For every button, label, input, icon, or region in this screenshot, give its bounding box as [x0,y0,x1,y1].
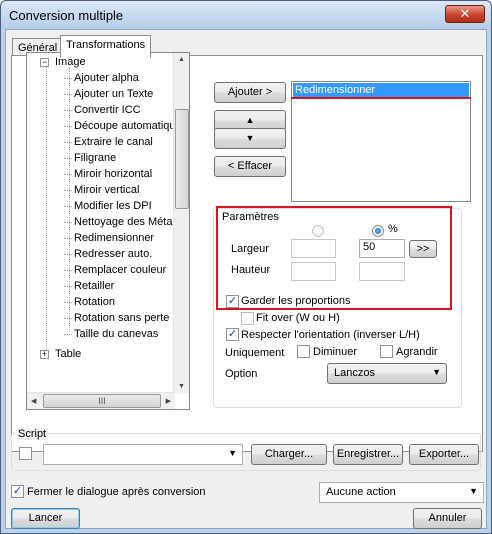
chevron-down-icon: ▼ [469,486,478,496]
fit-over-checkbox[interactable] [241,312,254,325]
highlight-underline [291,97,471,99]
tree-item[interactable]: Remplacer couleur [63,262,166,278]
clear-button[interactable]: < Effacer [214,156,286,177]
close-after-checkbox[interactable]: ✓ [11,485,24,498]
decrease-label: Diminuer [313,346,358,358]
tree-vertical-thumb[interactable] [175,109,189,209]
tree-vertical-scrollbar[interactable]: ▲ ▼ [173,53,189,393]
tree-item[interactable]: Rotation [64,294,115,310]
window-title: Conversion multiple [9,8,124,23]
scroll-left-icon[interactable]: ◀ [31,397,36,405]
title-bar[interactable]: Conversion multiple ✕ [1,1,491,29]
expand-table-icon[interactable]: + [40,350,49,359]
decrease-checkbox[interactable] [297,345,310,358]
after-action-value: Aucune action [326,486,396,498]
tab-transformations[interactable]: Transformations [60,35,152,58]
tree-content: − Image Ajouter alpha Ajouter un Texte Con… [27,53,175,393]
tree-item[interactable]: Retailler [63,278,114,294]
tree-horizontal-scrollbar[interactable]: ◀ III ▶ [27,392,175,409]
close-after-label: Fermer le dialogue après conversion [27,486,206,498]
tree-branch-line [69,68,70,332]
tree-node-table[interactable]: Table [55,346,81,362]
tree-root-line [46,67,47,350]
dialog-window: Conversion multiple ✕ Général Transforma… [0,0,492,534]
arrow-up-icon: ▲ [245,115,255,125]
respect-orientation-label: Respecter l'orientation (inverser L/H) [241,329,420,341]
selected-transformations-list[interactable]: Redimensionner [291,81,471,202]
chevron-down-icon: ▼ [228,448,237,458]
tree-item[interactable]: Ajouter alpha [64,70,139,86]
tree-item[interactable]: Convertir ICC [64,102,141,118]
script-group-label: Script [16,428,49,440]
tree-item[interactable]: Découpe automatique [64,118,175,134]
script-select[interactable]: ▼ [43,444,243,465]
export-button[interactable]: Exporter... [409,444,479,465]
tree-item[interactable]: Redresser auto. [63,246,152,262]
tree-item[interactable]: Extraire le canal [64,134,153,150]
only-label: Uniquement [225,347,285,359]
tree-item[interactable]: Miroir vertical [63,182,139,198]
tree-item[interactable]: Filigrane [63,150,116,166]
option-label: Option [225,368,258,380]
close-button[interactable]: ✕ [445,5,485,23]
scroll-right-icon[interactable]: ▶ [166,397,171,405]
tree-item[interactable]: Rotation sans perte [63,310,169,326]
after-action-select[interactable]: Aucune action ▼ [319,482,484,503]
fit-over-label: Fit over (W ou H) [256,312,340,324]
tree-horizontal-thumb[interactable]: III [43,394,161,408]
tree-item[interactable]: Ajouter un Texte [63,86,153,102]
load-button[interactable]: Charger... [251,444,327,465]
list-item-redimensionner[interactable]: Redimensionner [293,83,469,98]
chevron-down-icon: ▼ [432,367,441,377]
tree-item[interactable]: Modifier les DPI [64,198,152,214]
increase-checkbox[interactable] [380,345,393,358]
scroll-up-icon[interactable]: ▲ [178,56,185,63]
scroll-down-icon[interactable]: ▼ [178,383,185,390]
increase-label: Agrandir [396,346,438,358]
parameters-highlight-box [216,206,452,310]
resample-option-select[interactable]: Lanczos ▼ [327,363,447,384]
tree-item[interactable]: Miroir horizontal [63,166,152,182]
script-enable-checkbox[interactable] [19,447,32,460]
launch-button[interactable]: Lancer [11,508,80,529]
cancel-button[interactable]: Annuler [413,508,482,529]
resample-option-value: Lanczos [334,367,375,379]
tree-item[interactable]: Nettoyage des Métadon [64,214,175,230]
tree-item[interactable]: Taille du canevas [63,326,158,342]
save-button[interactable]: Enregistrer... [333,444,403,465]
collapse-image-icon[interactable]: − [40,58,49,67]
tree-item[interactable]: Redimensionner [63,230,154,246]
move-down-button[interactable]: ▼ [214,128,286,149]
arrow-down-icon: ▼ [245,133,255,143]
respect-orientation-checkbox[interactable]: ✓ [226,328,239,341]
add-button[interactable]: Ajouter > [214,82,286,103]
transformations-tree[interactable]: − Image Ajouter alpha Ajouter un Texte Con… [26,52,190,410]
